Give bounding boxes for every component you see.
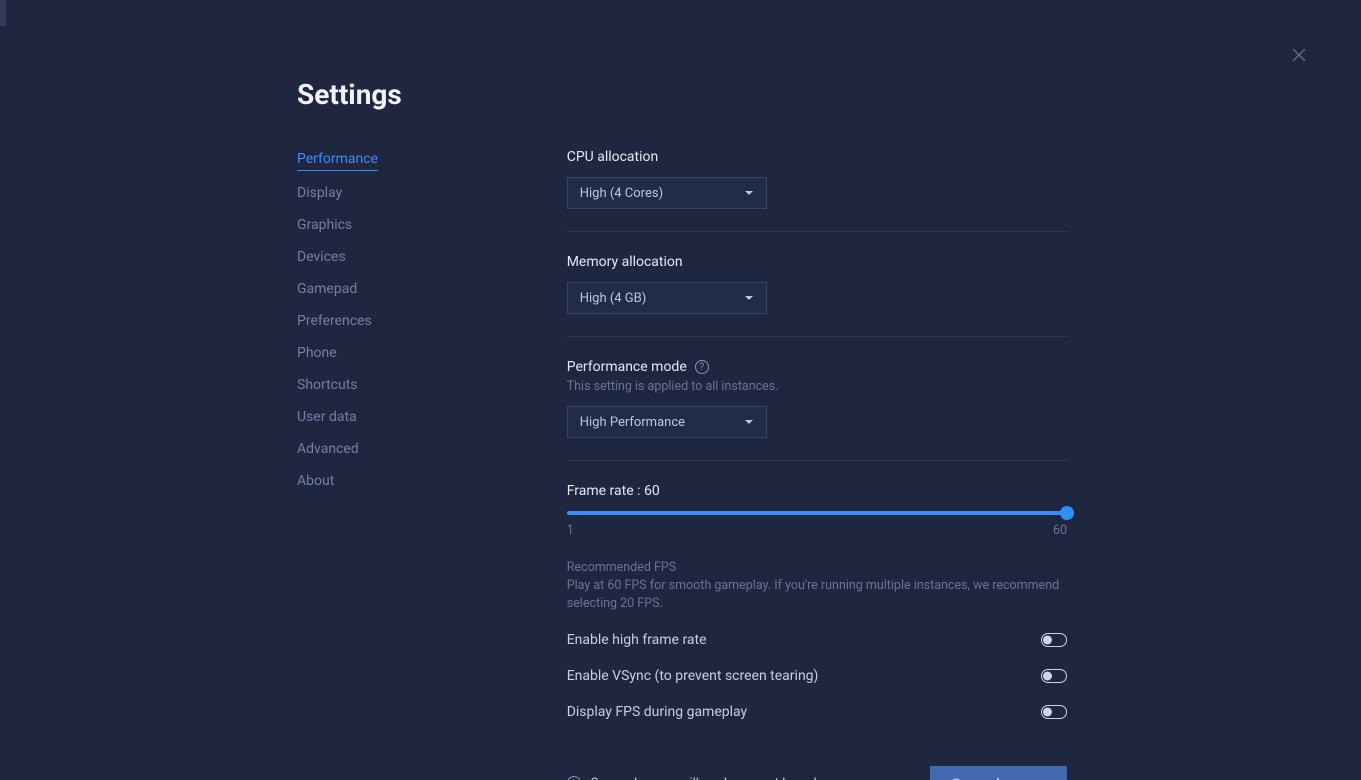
performance-mode-value: High Performance bbox=[580, 415, 685, 430]
cpu-allocation-label: CPU allocation bbox=[567, 149, 1067, 165]
recommended-fps-body: Play at 60 FPS for smooth gameplay. If y… bbox=[567, 577, 1067, 612]
sidebar-item-graphics[interactable]: Graphics bbox=[297, 215, 432, 235]
chevron-down-icon bbox=[744, 188, 754, 198]
close-button[interactable] bbox=[1289, 45, 1309, 65]
toggle-knob bbox=[1043, 708, 1052, 717]
memory-allocation-label: Memory allocation bbox=[567, 254, 1067, 270]
recommended-fps-title: Recommended FPS bbox=[567, 560, 1067, 575]
enable-vsync-label: Enable VSync (to prevent screen tearing) bbox=[567, 668, 819, 684]
save-changes-button[interactable]: Save changes bbox=[930, 766, 1067, 780]
performance-mode-label: Performance mode bbox=[567, 359, 687, 375]
performance-mode-sublabel: This setting is applied to all instances… bbox=[567, 379, 1067, 394]
section-divider bbox=[567, 336, 1067, 337]
frame-rate-min: 1 bbox=[567, 523, 574, 538]
close-icon bbox=[1289, 45, 1309, 65]
window-edge-decoration bbox=[0, 0, 6, 26]
sidebar-item-performance[interactable]: Performance bbox=[297, 149, 378, 171]
section-divider bbox=[567, 460, 1067, 461]
sidebar-item-phone[interactable]: Phone bbox=[297, 343, 432, 363]
enable-high-frame-rate-toggle[interactable] bbox=[1041, 633, 1067, 647]
section-divider bbox=[567, 231, 1067, 232]
footer-note-text: Some changes will apply on next launch bbox=[591, 776, 821, 780]
sidebar-item-devices[interactable]: Devices bbox=[297, 247, 432, 267]
performance-mode-select[interactable]: High Performance bbox=[567, 406, 767, 438]
frame-rate-slider[interactable] bbox=[567, 511, 1067, 515]
toggle-knob bbox=[1043, 636, 1052, 645]
frame-rate-label: Frame rate : 60 bbox=[567, 483, 1067, 499]
enable-high-frame-rate-label: Enable high frame rate bbox=[567, 632, 707, 648]
memory-allocation-select[interactable]: High (4 GB) bbox=[567, 282, 767, 314]
sidebar-item-gamepad[interactable]: Gamepad bbox=[297, 279, 432, 299]
cpu-allocation-select[interactable]: High (4 Cores) bbox=[567, 177, 767, 209]
enable-vsync-toggle[interactable] bbox=[1041, 669, 1067, 683]
sidebar-item-preferences[interactable]: Preferences bbox=[297, 311, 432, 331]
frame-rate-slider-thumb[interactable] bbox=[1060, 506, 1074, 520]
page-title: Settings bbox=[297, 78, 1067, 111]
sidebar-item-display[interactable]: Display bbox=[297, 183, 432, 203]
settings-window: Settings Performance Display Graphics De… bbox=[0, 0, 1361, 780]
sidebar-item-advanced[interactable]: Advanced bbox=[297, 439, 432, 459]
toggle-knob bbox=[1043, 672, 1052, 681]
chevron-down-icon bbox=[744, 293, 754, 303]
chevron-down-icon bbox=[744, 417, 754, 427]
sidebar-item-shortcuts[interactable]: Shortcuts bbox=[297, 375, 432, 395]
cpu-allocation-value: High (4 Cores) bbox=[580, 186, 663, 201]
settings-sidebar: Performance Display Graphics Devices Gam… bbox=[297, 149, 432, 780]
frame-rate-max: 60 bbox=[1053, 523, 1067, 538]
sidebar-item-about[interactable]: About bbox=[297, 471, 432, 491]
info-icon: i bbox=[567, 776, 581, 780]
settings-main-panel: CPU allocation High (4 Cores) Memory all… bbox=[567, 149, 1067, 780]
display-fps-label: Display FPS during gameplay bbox=[567, 704, 747, 720]
sidebar-item-user-data[interactable]: User data bbox=[297, 407, 432, 427]
help-icon[interactable]: ? bbox=[695, 360, 709, 374]
memory-allocation-value: High (4 GB) bbox=[580, 291, 647, 306]
display-fps-toggle[interactable] bbox=[1041, 705, 1067, 719]
